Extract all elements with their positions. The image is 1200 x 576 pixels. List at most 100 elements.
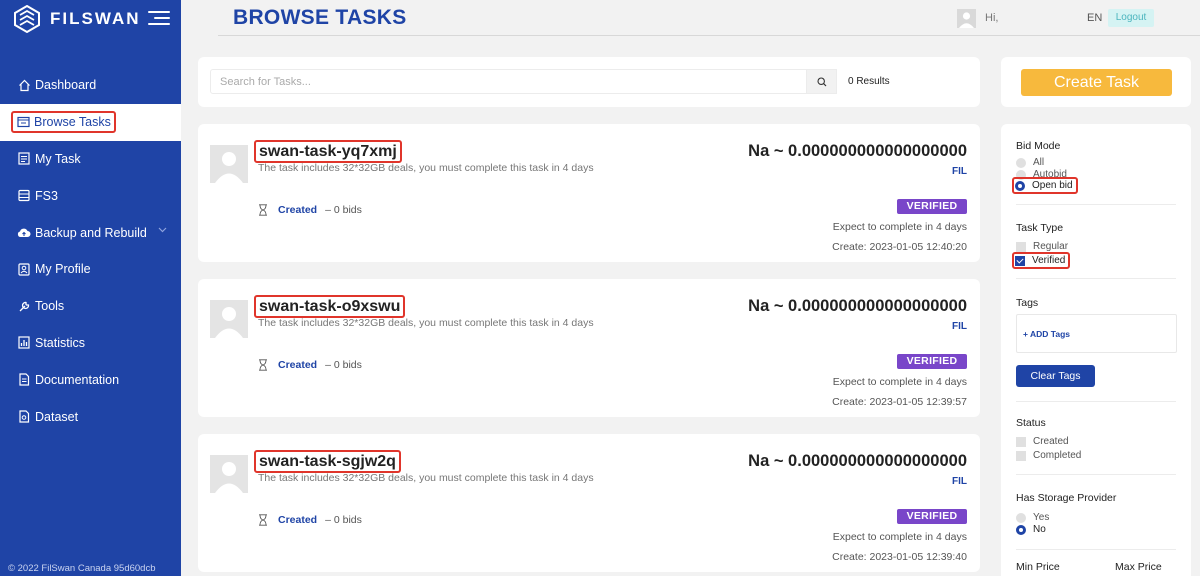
menu-toggle-icon[interactable] [148, 11, 170, 25]
status-created-checkbox[interactable]: Created [1016, 435, 1069, 448]
task-description: The task includes 32*32GB deals, you mus… [258, 162, 594, 174]
option-label: Regular [1033, 241, 1069, 252]
checkbox-checked-icon [1015, 255, 1025, 266]
option-label: Yes [1033, 512, 1050, 523]
task-price-unit: FIL [952, 166, 967, 177]
task-status-row: Created – 0 bids [258, 359, 362, 371]
results-count: 0 Results [848, 76, 890, 87]
task-name[interactable]: swan-task-o9xswu [254, 295, 406, 318]
storage-provider-no-radio[interactable]: No [1016, 523, 1046, 536]
search-button[interactable] [807, 69, 837, 94]
storage-provider-title: Has Storage Provider [1016, 492, 1117, 504]
page-title: BROWSE TASKS [233, 6, 407, 29]
task-created-date: Create: 2023-01-05 12:39:57 [832, 396, 967, 408]
brand[interactable]: FILSWAN [14, 5, 141, 33]
status-completed-checkbox[interactable]: Completed [1016, 449, 1081, 462]
tags-title: Tags [1016, 297, 1039, 309]
add-tags-link[interactable]: + ADD Tags [1023, 329, 1070, 339]
task-card[interactable]: swan-task-o9xswu The task includes 32*32… [198, 279, 980, 417]
task-card[interactable]: swan-task-sgjw2q The task includes 32*32… [198, 434, 980, 572]
task-created-date: Create: 2023-01-05 12:39:40 [832, 551, 967, 563]
task-avatar [210, 455, 248, 493]
sidebar-item-browse-tasks[interactable]: Browse Tasks [0, 103, 181, 141]
hourglass-icon [259, 514, 267, 526]
task-created-date: Create: 2023-01-05 12:40:20 [832, 241, 967, 253]
radio-selected-icon [1016, 524, 1026, 535]
sidebar-item-label: My Task [35, 151, 81, 166]
option-label: All [1033, 157, 1045, 168]
sidebar-item-label: Documentation [35, 372, 120, 387]
avatar-icon [215, 152, 243, 183]
task-status-row: Created – 0 bids [258, 204, 362, 216]
hourglass-icon [259, 359, 267, 371]
task-price: Na ~ 0.000000000000000000 [748, 142, 967, 160]
option-label: Completed [1033, 450, 1082, 461]
divider [1016, 474, 1176, 475]
task-name[interactable]: swan-task-yq7xmj [254, 140, 402, 163]
storage-icon [17, 189, 31, 203]
max-price-label: Max Price [1115, 561, 1162, 573]
filter-panel: Bid Mode All Autobid Open bid Task Type … [1001, 124, 1191, 576]
task-price-unit: FIL [952, 321, 967, 332]
search-input[interactable] [210, 69, 807, 94]
bid-mode-title: Bid Mode [1016, 140, 1061, 152]
sidebar-item-my-task[interactable]: My Task [0, 141, 181, 178]
radio-selected-icon [1015, 180, 1025, 191]
sidebar-item-documentation[interactable]: Documentation [0, 361, 181, 398]
checkbox-icon [1016, 241, 1026, 252]
radio-icon [1016, 157, 1026, 168]
sidebar-item-label: Tools [35, 299, 65, 314]
create-task-card: Create Task [1001, 57, 1191, 107]
task-card[interactable]: swan-task-yq7xmj The task includes 32*32… [198, 124, 980, 262]
divider [1016, 278, 1176, 279]
task-price: Na ~ 0.000000000000000000 [748, 297, 967, 315]
avatar-icon [215, 307, 243, 338]
search-icon [816, 76, 826, 86]
bid-mode-open-bid-radio[interactable]: Open bid [1012, 177, 1078, 194]
radio-icon [1016, 512, 1026, 523]
task-price-unit: FIL [952, 476, 967, 487]
divider [1016, 204, 1176, 205]
task-bids: – 0 bids [325, 514, 362, 526]
user-avatar[interactable] [957, 9, 976, 28]
task-status-row: Created – 0 bids [258, 514, 362, 526]
avatar-icon [959, 12, 974, 28]
clear-tags-button[interactable]: Clear Tags [1016, 365, 1095, 387]
chevron-down-icon[interactable] [158, 227, 167, 233]
sidebar-item-my-profile[interactable]: My Profile [0, 251, 181, 288]
task-name[interactable]: swan-task-sgjw2q [254, 450, 401, 473]
hourglass-icon [259, 204, 267, 216]
task-bids: – 0 bids [325, 204, 362, 216]
task-icon [17, 152, 31, 166]
sidebar-item-statistics[interactable]: Statistics [0, 325, 181, 362]
sidebar-item-fs3[interactable]: FS3 [0, 177, 181, 214]
task-status: Created [278, 359, 318, 371]
option-label: Verified [1032, 255, 1066, 266]
search-card: 0 Results [198, 57, 980, 107]
sidebar-item-dashboard[interactable]: Dashboard [0, 67, 181, 104]
cloud-upload-icon [17, 226, 31, 240]
verified-badge: VERIFIED [897, 509, 967, 524]
sidebar-item-tools[interactable]: Tools [0, 288, 181, 325]
sidebar-item-dataset[interactable]: Dataset [0, 398, 181, 435]
divider [1016, 549, 1176, 550]
sidebar: FILSWAN Dashboard Browse Tasks My Task F… [0, 0, 181, 576]
task-status: Created [278, 514, 318, 526]
tags-box[interactable]: + ADD Tags [1016, 314, 1177, 353]
sidebar-item-label: Backup and Rebuild [35, 225, 147, 240]
create-task-button[interactable]: Create Task [1021, 69, 1172, 96]
sidebar-item-backup-and-rebuild[interactable]: Backup and Rebuild [0, 214, 181, 251]
brand-name: FILSWAN [50, 9, 141, 28]
verified-badge: VERIFIED [897, 354, 967, 369]
dataset-icon [17, 410, 31, 424]
task-price: Na ~ 0.000000000000000000 [748, 452, 967, 470]
task-description: The task includes 32*32GB deals, you mus… [258, 472, 594, 484]
option-label: Open bid [1032, 180, 1073, 191]
sidebar-item-label: My Profile [35, 262, 91, 277]
task-type-verified-checkbox[interactable]: Verified [1012, 252, 1071, 269]
task-description: The task includes 32*32GB deals, you mus… [258, 317, 594, 329]
logout-button[interactable]: Logout [1108, 9, 1154, 27]
task-avatar [210, 145, 248, 183]
language-selector[interactable]: EN [1087, 12, 1102, 24]
browse-icon [16, 115, 30, 129]
